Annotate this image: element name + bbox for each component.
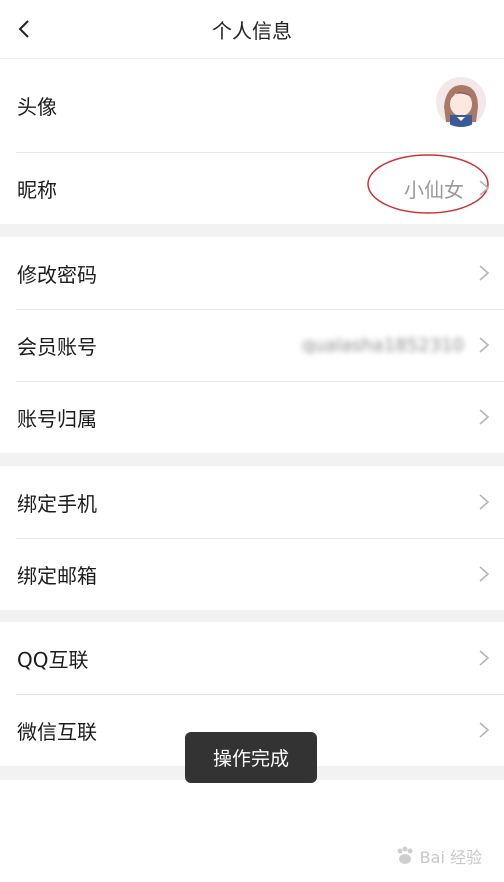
avatar-label: 头像 — [17, 95, 57, 119]
chevron-right-icon — [479, 265, 490, 281]
account-ownership-label: 账号归属 — [17, 406, 97, 431]
change-password-row[interactable]: 修改密码 — [0, 237, 504, 309]
chevron-right-icon — [479, 650, 490, 666]
bind-email-row[interactable]: 绑定邮箱 — [0, 538, 504, 610]
avatar-row[interactable]: 头像 — [0, 59, 504, 152]
paw-logo-icon — [397, 846, 413, 864]
binding-group: 绑定手机 绑定邮箱 — [0, 466, 504, 610]
bind-email-label: 绑定邮箱 — [17, 563, 97, 588]
highlight-circle-annotation — [367, 154, 489, 214]
member-account-label: 会员账号 — [17, 334, 97, 359]
qq-link-label: QQ互联 — [17, 647, 89, 672]
chevron-right-icon — [479, 494, 490, 510]
bind-phone-row[interactable]: 绑定手机 — [0, 466, 504, 538]
qq-link-row[interactable]: QQ互联 — [0, 622, 504, 694]
chevron-right-icon — [479, 337, 490, 353]
wechat-link-label: 微信互联 — [17, 719, 97, 744]
account-group: 修改密码 会员账号 qualasha1852310 账号归属 — [0, 237, 504, 453]
nickname-label: 昵称 — [17, 177, 57, 202]
watermark: Bai 经验 — [394, 844, 482, 868]
account-ownership-row[interactable]: 账号归属 — [0, 381, 504, 453]
chevron-right-icon — [479, 566, 490, 582]
nickname-row[interactable]: 昵称 小仙女 — [0, 152, 504, 224]
avatar[interactable] — [436, 77, 486, 127]
member-account-value-blurred: qualasha1852310 — [302, 334, 464, 356]
page-title: 个人信息 — [212, 19, 292, 43]
profile-group: 头像 昵称 小仙女 — [0, 59, 504, 224]
watermark-text: Bai 经验 — [419, 848, 482, 867]
change-password-label: 修改密码 — [17, 262, 97, 287]
toast-message: 操作完成 — [185, 732, 317, 783]
bind-phone-label: 绑定手机 — [17, 491, 97, 516]
chevron-right-icon — [479, 722, 490, 738]
top-nav-bar: 个人信息 — [0, 0, 504, 59]
chevron-right-icon — [479, 180, 490, 196]
member-account-row[interactable]: 会员账号 qualasha1852310 — [0, 309, 504, 381]
chevron-right-icon — [479, 409, 490, 425]
